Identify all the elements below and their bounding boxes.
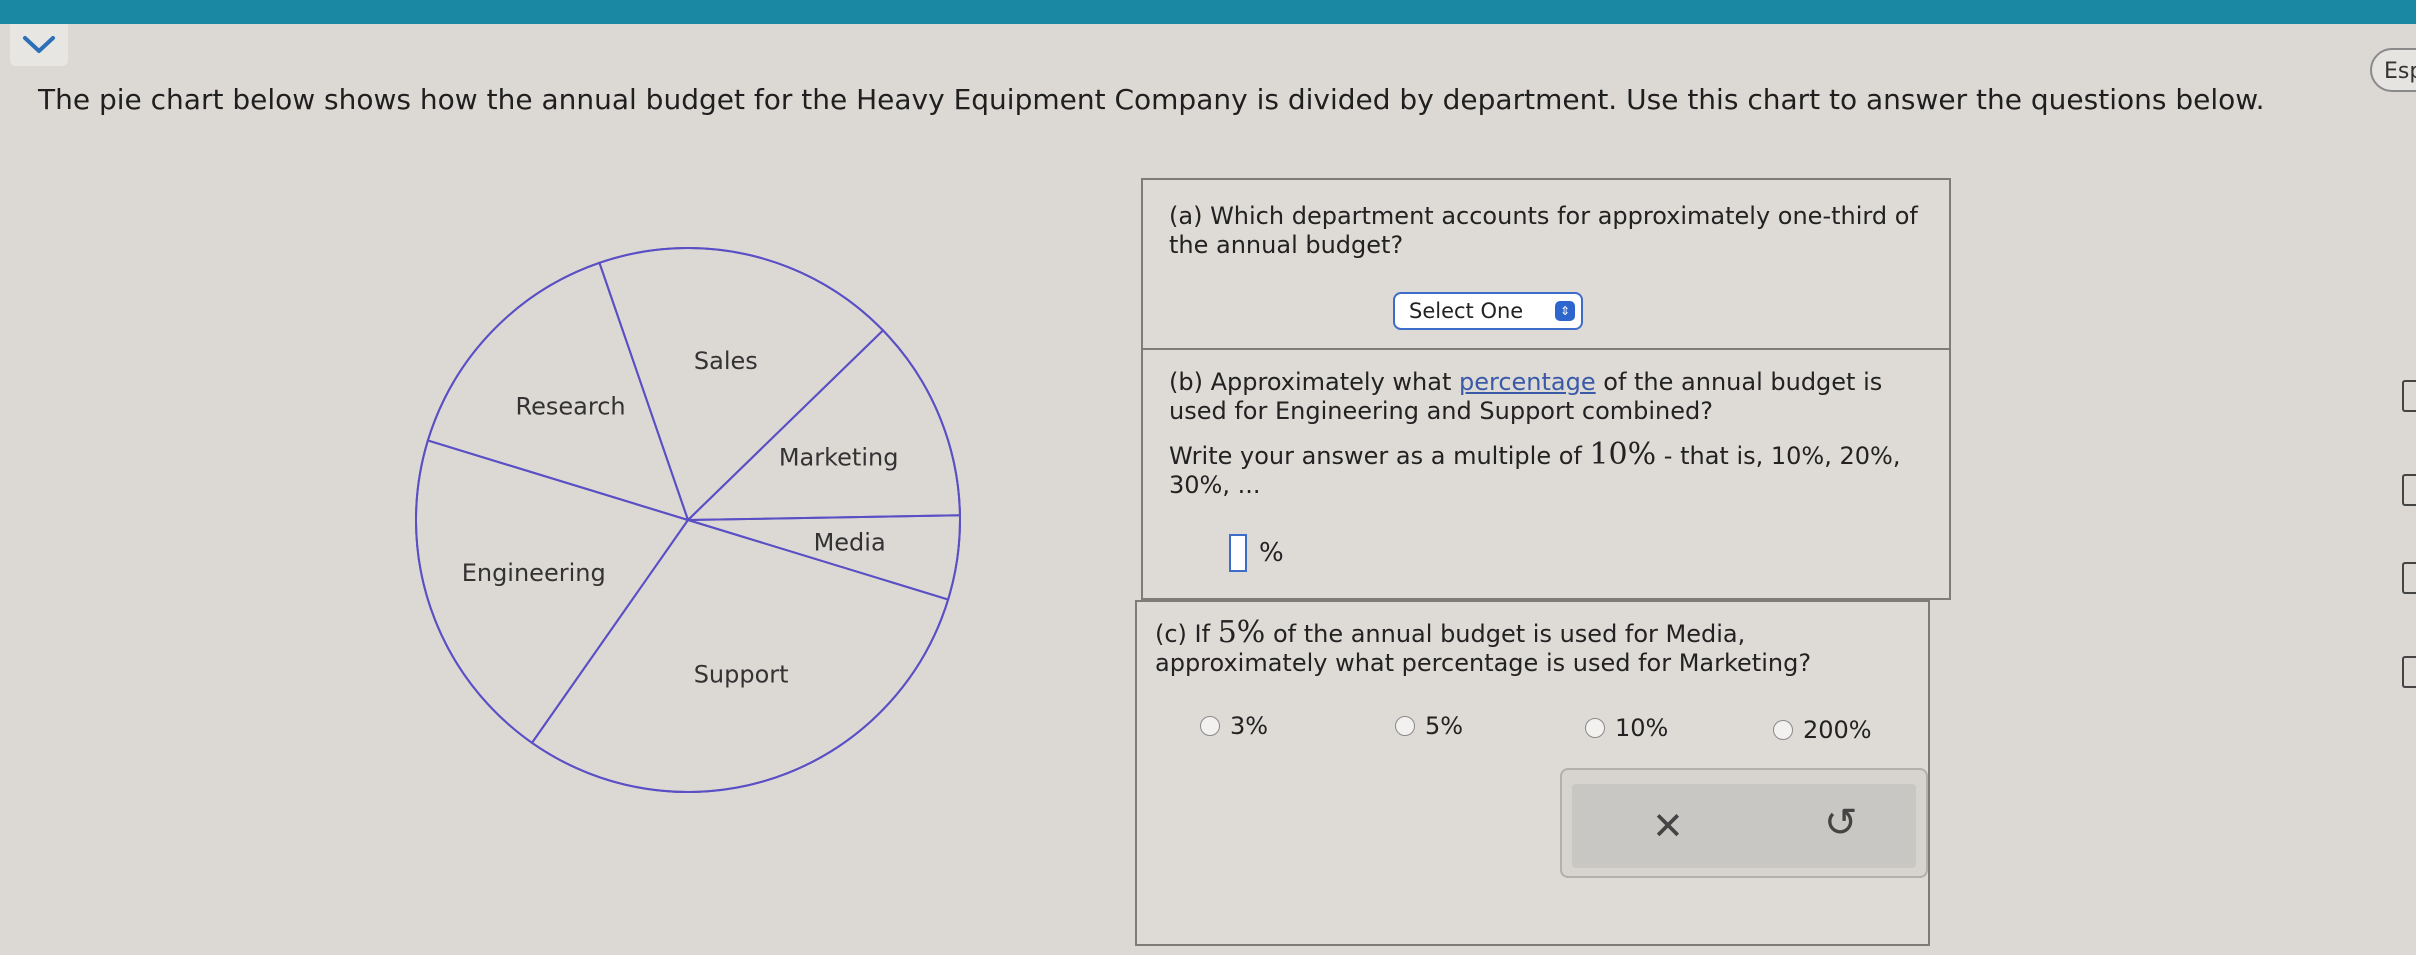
pie-label-marketing: Marketing xyxy=(779,443,899,471)
question-b-prompt: (b) Approximately what percentage of the… xyxy=(1169,368,1929,426)
option-10-percent[interactable]: 10% xyxy=(1585,714,1668,742)
option-label: 5% xyxy=(1425,712,1464,740)
instruction-math: 10% xyxy=(1589,437,1657,472)
percentage-input[interactable] xyxy=(1229,534,1247,572)
collapse-button[interactable] xyxy=(10,24,68,66)
option-label: 10% xyxy=(1615,714,1669,742)
prompt-text: (b) Approximately what xyxy=(1169,368,1459,396)
top-bar xyxy=(0,0,2416,24)
percent-unit: % xyxy=(1259,538,1284,568)
instruction-text: Write your answer as a multiple of xyxy=(1169,442,1590,470)
question-b: (b) Approximately what percentage of the… xyxy=(1141,348,1951,600)
side-tool-icon[interactable] xyxy=(2402,562,2416,594)
pie-label-research: Research xyxy=(516,393,626,421)
side-tool-icon[interactable] xyxy=(2402,380,2416,412)
radio-button[interactable] xyxy=(1585,718,1605,738)
select-label: Select One xyxy=(1409,299,1524,323)
question-a: (a) Which department accounts for approx… xyxy=(1141,178,1951,350)
radio-button[interactable] xyxy=(1395,716,1415,736)
pie-label-media: Media xyxy=(814,529,886,557)
language-toggle-button[interactable]: Esp xyxy=(2370,48,2416,92)
option-200-percent[interactable]: 200% xyxy=(1773,716,1872,744)
option-5-percent[interactable]: 5% xyxy=(1395,712,1463,740)
select-arrows-icon: ⇕ xyxy=(1555,301,1575,321)
clear-icon[interactable]: ✕ xyxy=(1652,804,1684,848)
percentage-link[interactable]: percentage xyxy=(1459,368,1596,396)
side-tool-icon[interactable] xyxy=(2402,656,2416,688)
intro-text: The pie chart below shows how the annual… xyxy=(38,83,2265,116)
pie-label-engineering: Engineering xyxy=(462,559,606,587)
pie-label-sales: Sales xyxy=(694,347,758,375)
radio-button[interactable] xyxy=(1773,720,1793,740)
radio-button[interactable] xyxy=(1200,716,1220,736)
pie-label-support: Support xyxy=(694,660,789,688)
question-a-prompt: (a) Which department accounts for approx… xyxy=(1169,202,1918,259)
department-select[interactable]: Select One ⇕ xyxy=(1393,292,1583,330)
undo-icon[interactable]: ↺ xyxy=(1824,800,1858,846)
chevron-down-icon xyxy=(23,36,55,53)
action-bar: ✕ ↺ xyxy=(1572,784,1916,868)
option-label: 200% xyxy=(1803,716,1872,744)
option-3-percent[interactable]: 3% xyxy=(1200,712,1268,740)
side-tool-icon[interactable] xyxy=(2402,474,2416,506)
pie-chart: Sales Marketing Media Support Engineering Res… xyxy=(408,240,968,800)
question-b-instruction: Write your answer as a multiple of 10% -… xyxy=(1169,440,1929,500)
option-label: 3% xyxy=(1230,712,1269,740)
action-panel: ✕ ↺ xyxy=(1560,768,1928,878)
answer-options: 3% 5% 10% 200% xyxy=(1135,600,1935,744)
